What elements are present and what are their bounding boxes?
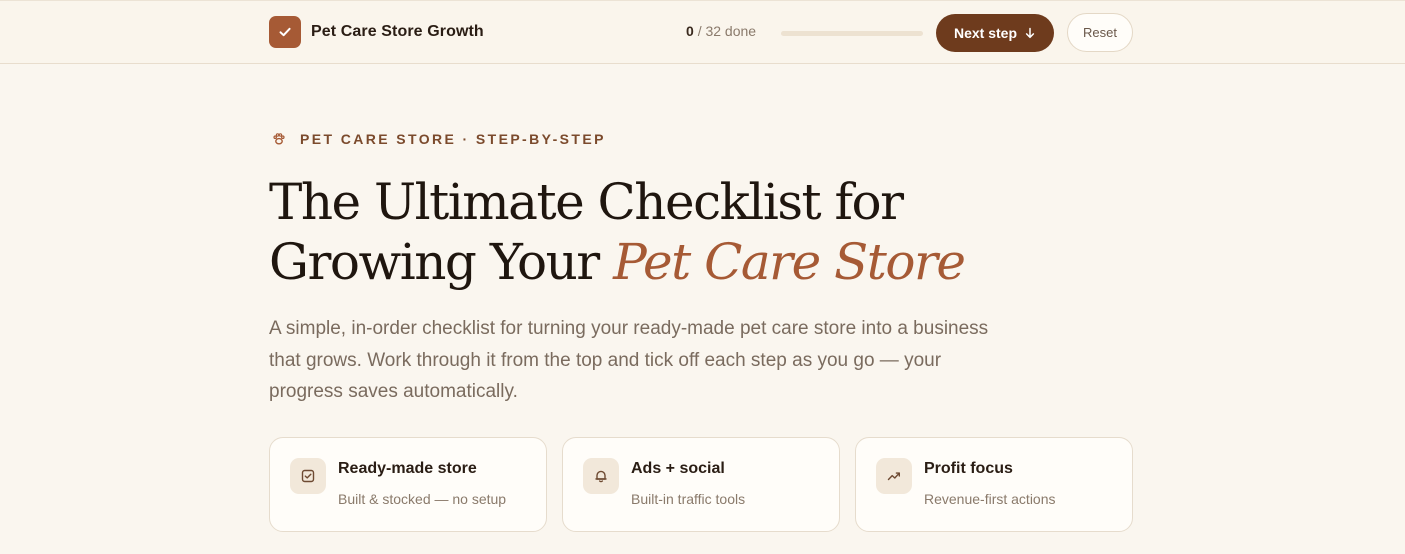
bell-icon	[583, 458, 619, 494]
paw-icon	[273, 133, 285, 145]
feature-subtitle: Built & stocked — no setup	[338, 491, 507, 507]
progress-total-label: / 32 done	[697, 23, 757, 39]
headline-accent: Pet Care Store	[613, 233, 966, 291]
headline-line-2-prefix: Growing Your	[269, 233, 600, 291]
feature-card-ads-social: Ads + social Built-in traffic tools	[562, 437, 840, 532]
progress-indicator: 0 / 32 done	[686, 23, 923, 39]
reset-button[interactable]: Reset	[1067, 13, 1133, 52]
checkmark-logo-icon	[269, 16, 301, 48]
feature-title: Profit focus	[924, 460, 1013, 477]
brand: Pet Care Store Growth	[269, 16, 484, 48]
feature-title: Ready-made store	[338, 460, 477, 477]
progress-done-count: 0	[686, 23, 694, 39]
eyebrow-text: PET CARE STORE · STEP-BY-STEP	[300, 131, 606, 147]
top-bar: Pet Care Store Growth 0 / 32 done Next s…	[0, 0, 1405, 64]
eyebrow: PET CARE STORE · STEP-BY-STEP	[271, 131, 606, 147]
progress-bar	[781, 31, 923, 36]
trending-up-icon	[876, 458, 912, 494]
feature-card-profit-focus: Profit focus Revenue-first actions	[855, 437, 1133, 532]
feature-title: Ads + social	[631, 460, 725, 477]
page-title: The Ultimate Checklist for Growing Your P…	[269, 172, 1029, 292]
arrow-down-icon	[1025, 27, 1035, 39]
next-step-label: Next step	[953, 25, 1018, 41]
feature-subtitle: Revenue-first actions	[924, 491, 1056, 507]
progress-count: 0 / 32 done	[686, 23, 756, 39]
next-step-button[interactable]: Next step	[936, 14, 1054, 52]
checkbox-icon	[290, 458, 326, 494]
brand-title: Pet Care Store Growth	[311, 23, 484, 40]
intro-paragraph: A simple, in-order checklist for turning…	[269, 318, 989, 402]
headline-line-1: The Ultimate Checklist for	[269, 173, 904, 231]
feature-subtitle: Built-in traffic tools	[631, 491, 746, 507]
feature-card-ready-made-store: Ready-made store Built & stocked — no se…	[269, 437, 547, 532]
